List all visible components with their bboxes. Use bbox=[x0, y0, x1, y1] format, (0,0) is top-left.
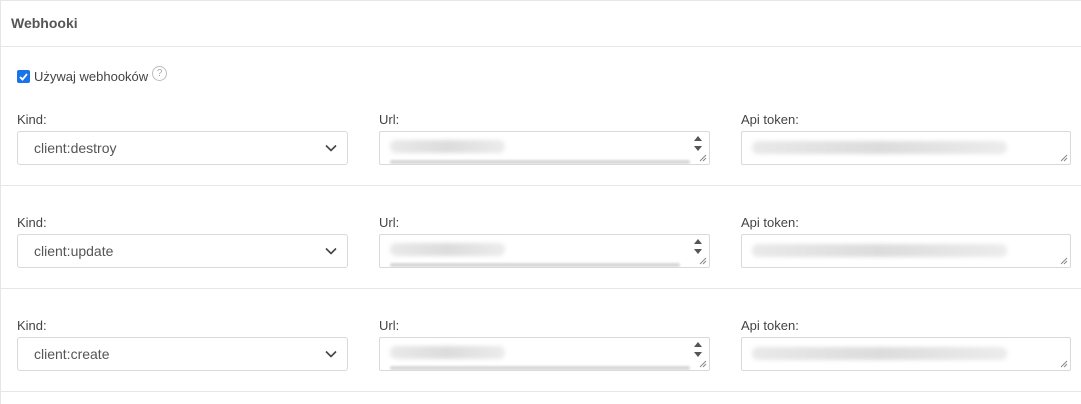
kind-select[interactable]: client:create bbox=[17, 337, 348, 371]
resize-grip-icon[interactable] bbox=[1060, 154, 1068, 162]
kind-select[interactable]: client:update bbox=[17, 234, 348, 268]
panel-title: Webhooki bbox=[11, 15, 78, 31]
spinner-arrows-icon[interactable] bbox=[693, 340, 703, 360]
kind-select[interactable]: client:destroy bbox=[17, 131, 348, 165]
url-field[interactable] bbox=[379, 337, 710, 371]
api-token-field[interactable] bbox=[741, 131, 1071, 165]
kind-select-value: client:create bbox=[34, 346, 110, 362]
webhook-row: Kind: Url: Api token: client:destroy bbox=[1, 83, 1081, 186]
spinner-arrows-icon[interactable] bbox=[693, 134, 703, 154]
use-webhooks-checkbox[interactable] bbox=[17, 70, 30, 83]
chevron-down-icon bbox=[325, 350, 337, 358]
resize-grip-icon[interactable] bbox=[699, 154, 707, 162]
api-token-label: Api token: bbox=[741, 112, 799, 127]
checkmark-icon bbox=[19, 72, 28, 81]
kind-select-value: client:destroy bbox=[34, 140, 117, 156]
spinner-arrows-icon[interactable] bbox=[693, 237, 703, 257]
url-label: Url: bbox=[379, 215, 400, 230]
url-field[interactable] bbox=[379, 131, 710, 165]
help-icon[interactable]: ? bbox=[152, 66, 168, 81]
kind-label: Kind: bbox=[17, 318, 47, 333]
api-token-field[interactable] bbox=[741, 234, 1071, 268]
use-webhooks-label: Używaj webhooków bbox=[34, 69, 149, 84]
webhook-row: Kind: Url: Api token: client:update bbox=[1, 186, 1081, 289]
kind-label: Kind: bbox=[17, 112, 47, 127]
resize-grip-icon[interactable] bbox=[699, 257, 707, 265]
url-field[interactable] bbox=[379, 234, 710, 268]
kind-label: Kind: bbox=[17, 215, 47, 230]
use-webhooks-toggle[interactable]: Używaj webhooków ? bbox=[17, 66, 168, 84]
api-token-field[interactable] bbox=[741, 337, 1071, 371]
panel-header: Webhooki bbox=[1, 0, 1081, 47]
api-token-label: Api token: bbox=[741, 318, 799, 333]
url-label: Url: bbox=[379, 318, 400, 333]
chevron-down-icon bbox=[325, 247, 337, 255]
resize-grip-icon[interactable] bbox=[699, 360, 707, 368]
webhook-row: Kind: Url: Api token: client:create bbox=[1, 289, 1081, 392]
chevron-down-icon bbox=[325, 144, 337, 152]
resize-grip-icon[interactable] bbox=[1060, 360, 1068, 368]
kind-select-value: client:update bbox=[34, 243, 114, 259]
url-label: Url: bbox=[379, 112, 400, 127]
api-token-label: Api token: bbox=[741, 215, 799, 230]
resize-grip-icon[interactable] bbox=[1060, 257, 1068, 265]
webhooks-panel: Webhooki Używaj webhooków ? Kind: Url: A… bbox=[0, 0, 1081, 404]
